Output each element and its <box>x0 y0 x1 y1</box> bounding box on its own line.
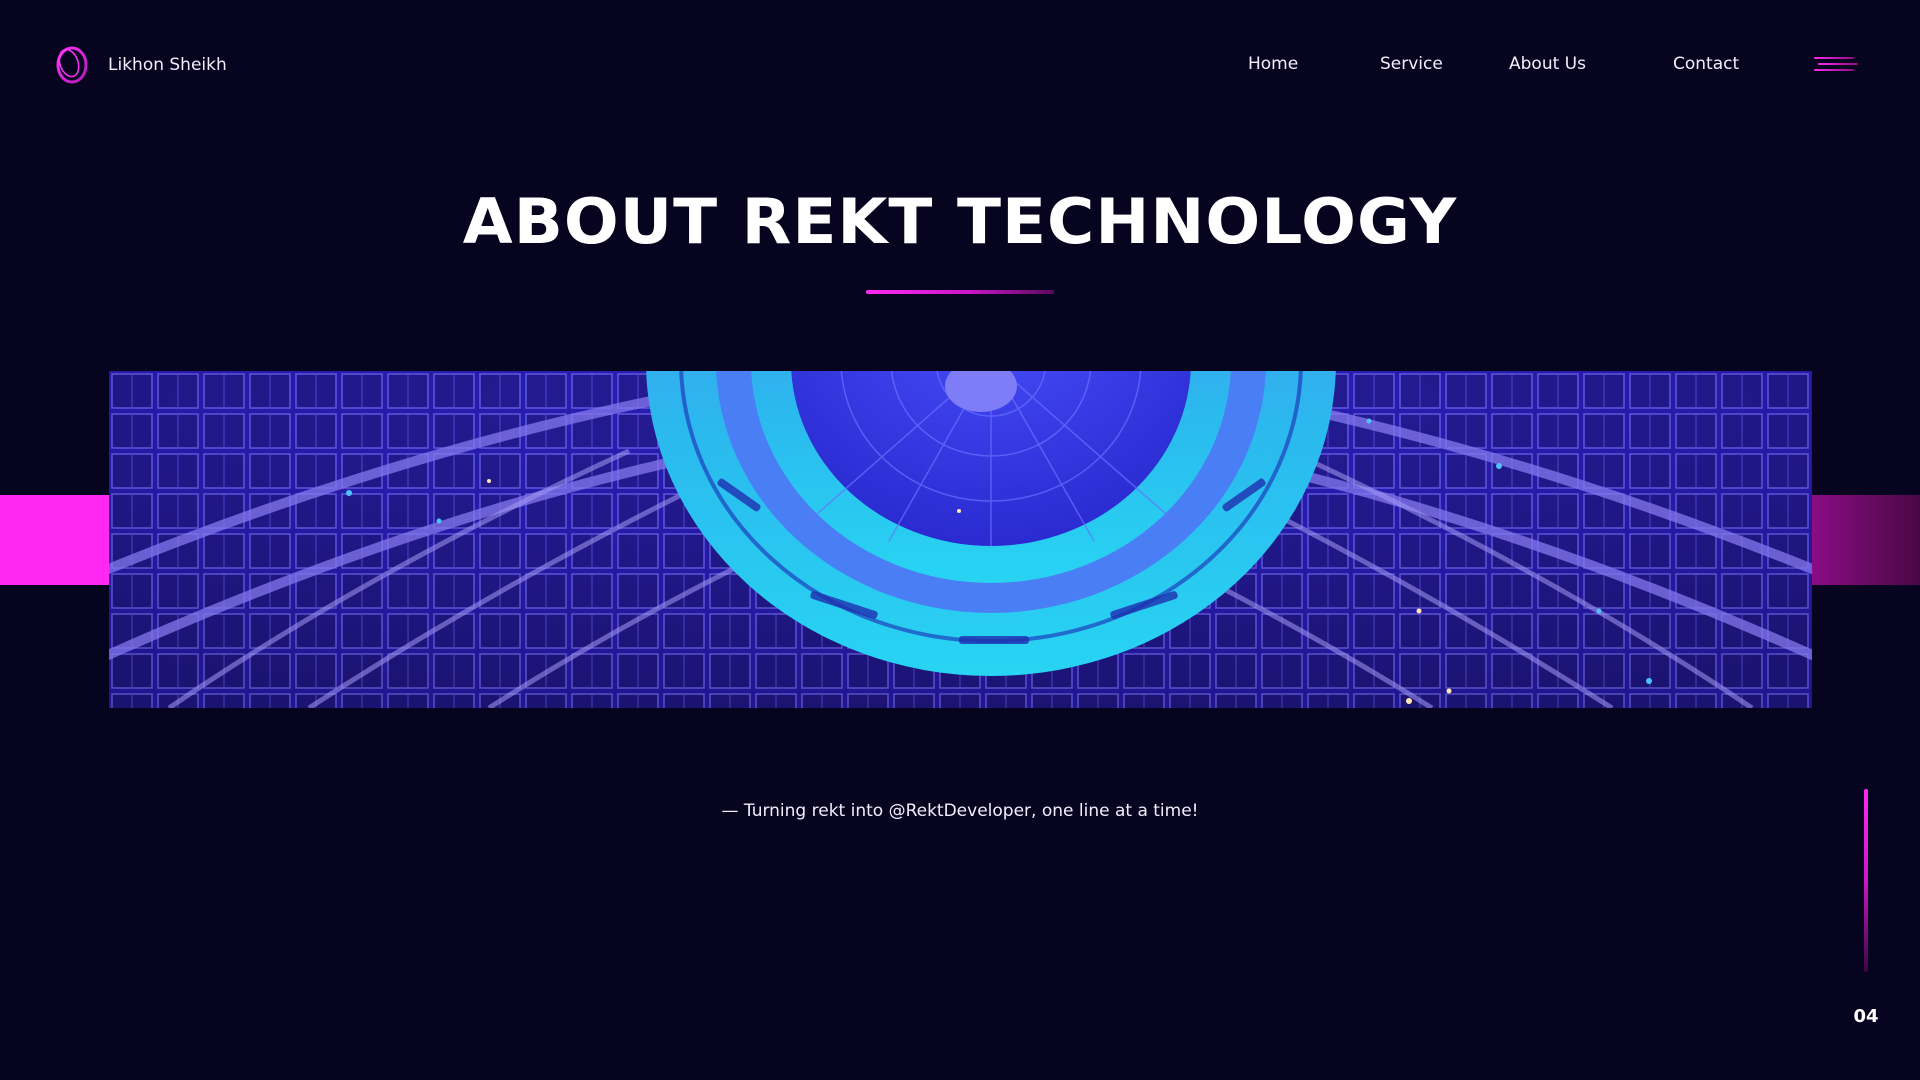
page-title: ABOUT REKT TECHNOLOGY <box>462 185 1458 258</box>
slide-page: Likhon Sheikh Home Service About Us Cont… <box>0 0 1920 1080</box>
accent-bar-right <box>1812 495 1920 585</box>
main-nav: Home Service About Us Contact <box>0 54 1920 78</box>
slide-progress-line <box>1864 789 1868 972</box>
header: Likhon Sheikh Home Service About Us Cont… <box>0 0 1920 130</box>
hamburger-menu-icon[interactable] <box>1814 57 1858 73</box>
title-underline <box>866 290 1054 294</box>
nav-service-link[interactable]: Service <box>1380 54 1443 74</box>
hero-image <box>109 371 1812 708</box>
nav-contact-link[interactable]: Contact <box>1673 54 1739 74</box>
nav-home-link[interactable]: Home <box>1248 54 1298 74</box>
tagline: — Turning rekt into @RektDeveloper, one … <box>721 801 1199 821</box>
nav-about-link[interactable]: About Us <box>1509 54 1586 74</box>
slide-number: 04 <box>1853 1006 1879 1027</box>
accent-bar-left <box>0 495 110 585</box>
